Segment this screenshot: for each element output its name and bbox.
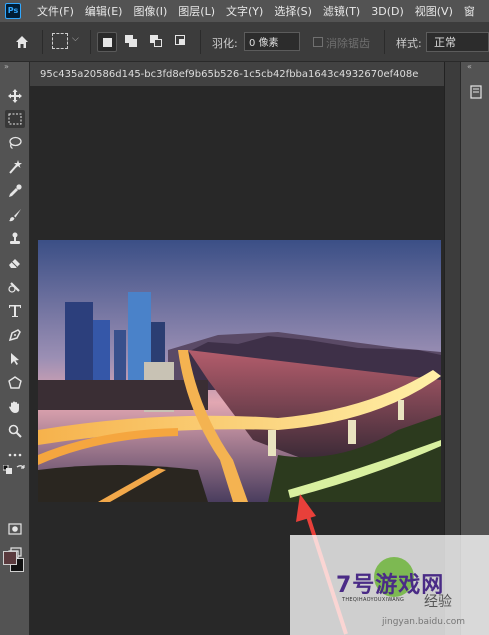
document-tab[interactable]: 95c435a20586d145-bc3fd8ef9b65b526-1c5cb4… — [30, 62, 444, 86]
menu-3d[interactable]: 3D(D) — [371, 5, 404, 18]
options-bar: ⌵ 羽化: 0 像素 消除锯齿 样式: 正常 — [0, 22, 489, 62]
feather-label: 羽化: — [212, 37, 238, 50]
menu-bar: Ps 文件(F) 编辑(E) 图像(I) 图层(L) 文字(Y) 选择(S) 滤… — [0, 0, 489, 22]
watermark-jingyan: 经验 — [424, 594, 452, 610]
rect-marquee-preset-icon[interactable] — [52, 33, 68, 49]
swap-colors-icon[interactable] — [15, 464, 27, 474]
add-to-selection-button[interactable] — [122, 32, 142, 52]
antialias-checkbox[interactable] — [313, 37, 323, 47]
options-divider — [90, 30, 91, 54]
chevron-down-icon[interactable]: ⌵ — [72, 34, 79, 44]
type-tool-icon[interactable] — [5, 302, 25, 320]
menu-image[interactable]: 图像(I) — [133, 3, 167, 19]
menu-select[interactable]: 选择(S) — [274, 3, 312, 19]
path-select-tool-icon[interactable] — [5, 350, 25, 368]
menu-window[interactable]: 窗 — [464, 3, 475, 19]
history-brush-tool-icon[interactable] — [5, 278, 25, 296]
rect-marquee-tool-icon[interactable] — [5, 110, 25, 128]
tools-panel: » — [0, 62, 30, 635]
eraser-tool-icon[interactable] — [5, 254, 25, 272]
menu-view[interactable]: 视图(V) — [415, 3, 453, 19]
photoshop-logo: Ps — [5, 3, 21, 19]
quick-mask-icon[interactable] — [5, 520, 25, 538]
menu-edit[interactable]: 编辑(E) — [85, 3, 123, 19]
style-select[interactable]: 正常 — [426, 32, 489, 52]
collapse-panel-icon[interactable]: « — [467, 62, 472, 71]
watermark: 7号游戏网 THEQIHAOYOUXIWANG 经验 jingyan.baidu… — [290, 535, 489, 635]
feather-input[interactable]: 0 像素 — [244, 32, 300, 51]
watermark-url: jingyan.baidu.com — [382, 617, 466, 627]
menu-filter[interactable]: 滤镜(T) — [323, 3, 360, 19]
options-divider — [42, 30, 43, 54]
intersect-selection-button[interactable] — [172, 32, 192, 52]
more-tools-icon[interactable] — [5, 446, 25, 464]
panel-icon[interactable] — [469, 84, 483, 99]
watermark-sub: THEQIHAOYOUXIWANG — [342, 597, 405, 603]
shape-tool-icon[interactable] — [5, 374, 25, 392]
eyedropper-tool-icon[interactable] — [5, 182, 25, 200]
move-tool-icon[interactable] — [5, 87, 25, 105]
default-colors-icon[interactable] — [2, 464, 12, 474]
subtract-from-selection-button[interactable] — [147, 32, 167, 52]
antialias-label: 消除锯齿 — [326, 37, 370, 50]
hand-tool-icon[interactable] — [5, 398, 25, 416]
lasso-tool-icon[interactable] — [5, 134, 25, 152]
canvas-photo[interactable] — [38, 240, 441, 502]
options-divider — [200, 30, 201, 54]
collapse-panel-icon[interactable]: » — [4, 62, 9, 71]
new-selection-button[interactable] — [97, 32, 117, 52]
pen-tool-icon[interactable] — [5, 326, 25, 344]
options-divider — [384, 30, 385, 54]
style-label: 样式: — [396, 37, 422, 50]
foreground-color-swatch[interactable] — [3, 551, 17, 565]
menu-type[interactable]: 文字(Y) — [226, 3, 263, 19]
photoshop-window: Ps 文件(F) 编辑(E) 图像(I) 图层(L) 文字(Y) 选择(S) 滤… — [0, 0, 489, 635]
menu-file[interactable]: 文件(F) — [37, 3, 74, 19]
quick-select-tool-icon[interactable] — [5, 158, 25, 176]
home-icon[interactable] — [12, 32, 32, 52]
clone-stamp-tool-icon[interactable] — [5, 230, 25, 248]
zoom-tool-icon[interactable] — [5, 422, 25, 440]
menu-layer[interactable]: 图层(L) — [178, 3, 215, 19]
brush-tool-icon[interactable] — [5, 206, 25, 224]
